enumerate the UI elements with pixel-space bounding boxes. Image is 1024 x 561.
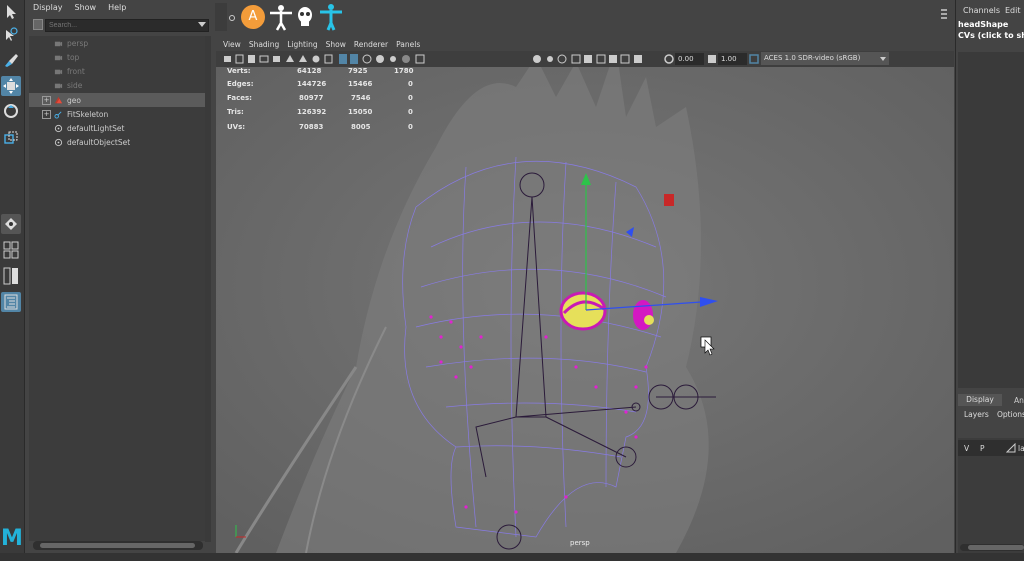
exposure-icon[interactable] (664, 54, 674, 64)
scrollbar-thumb[interactable] (40, 543, 195, 548)
set-icon (54, 138, 63, 146)
list-item[interactable]: front (29, 64, 205, 78)
viewport-3d[interactable]: Verts: 64128 7925 1780 Edges: 144726 154… (216, 67, 954, 553)
paint-select-tool-icon[interactable] (1, 50, 21, 70)
joint-icon (54, 110, 62, 119)
move-tool-icon[interactable] (1, 76, 21, 96)
display-toggle-icons[interactable] (532, 54, 662, 64)
color-space-value: ACES 1.0 SDR-video (sRGB) (764, 54, 861, 62)
outliner-menu-show[interactable]: Show (75, 3, 97, 12)
outliner-menu: Display Show Help (33, 3, 126, 12)
outliner-menu-display[interactable]: Display (33, 3, 63, 12)
shelf: A (212, 0, 954, 35)
toggle-panel-icon[interactable] (940, 6, 948, 22)
gamma-icon[interactable] (707, 54, 717, 64)
set-icon (54, 124, 63, 132)
a-circle-icon[interactable]: A (241, 5, 265, 29)
expand-icon[interactable]: + (42, 95, 51, 105)
search-filter-icon[interactable] (33, 19, 43, 30)
skull-icon[interactable] (296, 4, 314, 30)
scrollbar-thumb[interactable] (968, 545, 1024, 550)
outliner-search-input[interactable] (45, 19, 209, 32)
expand-icon[interactable]: + (42, 109, 51, 119)
list-item-fitskeleton[interactable]: + FitSkeleton (29, 107, 205, 121)
scene-render (216, 67, 954, 553)
menu-shading[interactable]: Shading (249, 40, 279, 49)
list-item-geo[interactable]: + geo (29, 93, 205, 107)
hud-row-uvs: UVs: 70883 8005 0 (227, 123, 413, 131)
layer-type-icon (1006, 443, 1016, 453)
menu-options[interactable]: Options (997, 410, 1024, 419)
chevron-down-icon[interactable] (198, 22, 206, 27)
hud-row-tris: Tris: 126392 15050 0 (227, 108, 413, 116)
exposure-field[interactable]: 0.00 (675, 53, 704, 65)
lasso-tool-icon[interactable] (1, 25, 21, 45)
tab-display[interactable]: Display (958, 394, 1002, 406)
camera-icon (54, 69, 63, 74)
layout-two-icon[interactable] (1, 266, 21, 286)
t-pose-figure-icon[interactable] (268, 3, 294, 31)
toolbox: M (0, 0, 25, 561)
tab-channels[interactable]: Channels (963, 6, 1000, 15)
layer-visibility[interactable]: V (964, 444, 969, 453)
tab-anim[interactable]: An (1014, 396, 1024, 405)
list-item[interactable]: top (29, 50, 205, 64)
outliner-menu-help[interactable]: Help (108, 3, 126, 12)
scale-tool-icon[interactable] (1, 128, 21, 148)
menu-show[interactable]: Show (326, 40, 346, 49)
layout-four-icon[interactable] (1, 240, 21, 260)
list-item[interactable]: defaultLightSet (29, 121, 205, 135)
hud-row-edges: Edges: 144726 15466 0 (227, 80, 413, 88)
layer-row[interactable]: V P la (958, 440, 1024, 456)
camera-icon (54, 41, 63, 46)
tab-edit[interactable]: Edit (1005, 6, 1021, 15)
hud-row-faces: Faces: 80977 7546 0 (227, 94, 413, 102)
menu-layers[interactable]: Layers (964, 410, 989, 419)
camera-icon (54, 55, 63, 60)
menu-view[interactable]: View (223, 40, 241, 49)
chevron-down-icon[interactable] (880, 57, 886, 61)
menu-panels[interactable]: Panels (396, 40, 420, 49)
menu-lighting[interactable]: Lighting (287, 40, 317, 49)
maya-logo: M (1, 526, 23, 551)
list-item[interactable]: defaultObjectSet (29, 135, 205, 149)
layer-name[interactable]: la (1018, 444, 1024, 453)
mesh-icon (54, 96, 63, 103)
layout-single-icon[interactable] (1, 214, 21, 234)
object-subtitle: CVs (click to sh (958, 31, 1024, 40)
viewport-toolbar: 0.00 1.00 ACES 1.0 SDR-video (sRGB) (216, 51, 954, 67)
color-management-icon[interactable] (749, 54, 759, 64)
shelf-tab-strip (215, 3, 227, 31)
color-space-dropdown[interactable]: ACES 1.0 SDR-video (sRGB) (761, 52, 889, 65)
rotate-tool-icon[interactable] (1, 101, 21, 121)
viewport-tool-icons[interactable] (224, 54, 434, 64)
object-name: headShape (958, 20, 1009, 29)
viewport-menubar: View Shading Lighting Show Renderer Pane… (216, 37, 954, 51)
camera-label: persp (570, 539, 590, 547)
channel-list (958, 52, 1024, 388)
list-item[interactable]: persp (29, 36, 205, 50)
select-tool-icon[interactable] (1, 2, 21, 22)
outliner-list: persp top front side + geo + FitSkeleton… (29, 36, 205, 541)
gamma-field[interactable]: 1.00 (718, 53, 747, 65)
bottom-bar (0, 553, 1024, 561)
diamond-icon[interactable] (228, 14, 236, 22)
layer-playback[interactable]: P (980, 444, 985, 453)
camera-icon (54, 83, 63, 88)
outliner-vscrollbar[interactable] (205, 36, 211, 542)
hud-row-verts: Verts: 64128 7925 1780 (227, 67, 414, 75)
t-pose-figure-cyan-icon[interactable] (318, 3, 344, 31)
outliner-layout-icon[interactable] (1, 292, 21, 312)
list-item[interactable]: side (29, 78, 205, 92)
menu-renderer[interactable]: Renderer (354, 40, 388, 49)
